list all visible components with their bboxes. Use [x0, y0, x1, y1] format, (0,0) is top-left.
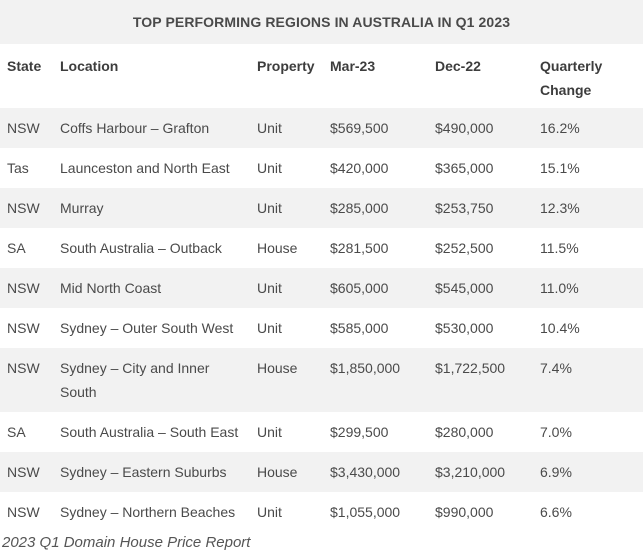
- cell-quarterly-change: 15.1%: [540, 160, 580, 176]
- cell-state: NSW: [7, 360, 40, 376]
- table-row: NSW Sydney – Northern Beaches Unit $1,055,0…: [0, 492, 643, 532]
- cell-dec22: $490,000: [435, 120, 494, 136]
- cell-location: Mid North Coast: [60, 280, 162, 296]
- cell-dec22: $545,000: [435, 280, 494, 296]
- table-body: NSW Coffs Harbour – Grafton Unit $569,500 $4…: [0, 108, 643, 532]
- header-property: Property: [257, 58, 315, 74]
- cell-property: Unit: [257, 120, 282, 136]
- cell-location: South Australia – South East: [60, 424, 239, 440]
- cell-location: South Australia – Outback: [60, 240, 222, 256]
- image-caption: 2023 Q1 Domain House Price Report: [2, 534, 251, 551]
- cell-dec22: $3,210,000: [435, 464, 506, 480]
- header-mar23: Mar-23: [330, 58, 376, 74]
- cell-property: House: [257, 360, 298, 376]
- cell-location: Sydney – Northern Beaches: [60, 504, 236, 520]
- cell-mar23: $585,000: [330, 320, 389, 336]
- cell-property: Unit: [257, 200, 282, 216]
- cell-quarterly-change: 16.2%: [540, 120, 580, 136]
- cell-quarterly-change: 6.6%: [540, 504, 572, 520]
- header-dec22: Dec-22: [435, 58, 481, 74]
- cell-state: NSW: [7, 320, 40, 336]
- cell-mar23: $285,000: [330, 200, 389, 216]
- cell-dec22: $1,722,500: [435, 360, 506, 376]
- cell-location: Launceston and North East: [60, 160, 230, 176]
- cell-dec22: $530,000: [435, 320, 494, 336]
- table-row: NSW Murray Unit $285,000 $253,750 12.3%: [0, 188, 643, 228]
- table-row: NSW Coffs Harbour – Grafton Unit $569,500 $4…: [0, 108, 643, 148]
- table-row: NSW Sydney – Outer South West Unit $585,000…: [0, 308, 643, 348]
- cell-property: Unit: [257, 280, 282, 296]
- cell-location: Sydney – City and Inner South: [60, 360, 210, 400]
- cell-location: Sydney – Eastern Suburbs: [60, 464, 227, 480]
- table-title: TOP PERFORMING REGIONS IN AUSTRALIA IN Q…: [0, 0, 643, 44]
- cell-mar23: $1,055,000: [330, 504, 401, 520]
- cell-location: Sydney – Outer South West: [60, 320, 234, 336]
- cell-mar23: $605,000: [330, 280, 389, 296]
- table-row: SA South Australia – South East Unit $299,5…: [0, 412, 643, 452]
- header-quarterly-change: Quarterly Change: [540, 58, 603, 98]
- cell-property: Unit: [257, 504, 282, 520]
- cell-property: House: [257, 240, 298, 256]
- cell-dec22: $252,500: [435, 240, 494, 256]
- cell-location: Coffs Harbour – Grafton: [60, 120, 210, 136]
- cell-quarterly-change: 11.5%: [540, 240, 579, 256]
- cell-state: SA: [7, 424, 26, 440]
- cell-state: Tas: [7, 160, 29, 176]
- cell-quarterly-change: 7.0%: [540, 424, 572, 440]
- cell-state: NSW: [7, 280, 40, 296]
- cell-dec22: $365,000: [435, 160, 494, 176]
- cell-property: Unit: [257, 424, 282, 440]
- header-state: State: [7, 58, 42, 74]
- cell-mar23: $1,850,000: [330, 360, 401, 376]
- cell-state: NSW: [7, 504, 40, 520]
- table-row: Tas Launceston and North East Unit $420,000…: [0, 148, 643, 188]
- cell-dec22: $280,000: [435, 424, 494, 440]
- table-row: NSW Sydney – City and Inner South House $1,…: [0, 348, 643, 412]
- cell-state: NSW: [7, 200, 40, 216]
- cell-dec22: $990,000: [435, 504, 494, 520]
- cell-mar23: $299,500: [330, 424, 389, 440]
- cell-quarterly-change: 6.9%: [540, 464, 572, 480]
- table-header-row: State Location Property Mar-23 Dec-22 Qu…: [0, 44, 643, 108]
- cell-quarterly-change: 10.4%: [540, 320, 580, 336]
- table-row: NSW Mid North Coast Unit $605,000 $545,000 11…: [0, 268, 643, 308]
- cell-quarterly-change: 7.4%: [540, 360, 572, 376]
- cell-dec22: $253,750: [435, 200, 494, 216]
- cell-state: NSW: [7, 464, 40, 480]
- cell-state: NSW: [7, 120, 40, 136]
- cell-property: House: [257, 464, 298, 480]
- cell-property: Unit: [257, 160, 282, 176]
- cell-location: Murray: [60, 200, 104, 216]
- cell-quarterly-change: 12.3%: [540, 200, 580, 216]
- regions-table-container: TOP PERFORMING REGIONS IN AUSTRALIA IN Q…: [0, 0, 643, 532]
- cell-state: SA: [7, 240, 26, 256]
- cell-quarterly-change: 11.0%: [540, 280, 579, 296]
- cell-mar23: $420,000: [330, 160, 389, 176]
- header-location: Location: [60, 58, 119, 74]
- table-row: SA South Australia – Outback House $281,500…: [0, 228, 643, 268]
- table-row: NSW Sydney – Eastern Suburbs House $3,430,0…: [0, 452, 643, 492]
- cell-mar23: $281,500: [330, 240, 389, 256]
- cell-mar23: $3,430,000: [330, 464, 401, 480]
- cell-mar23: $569,500: [330, 120, 389, 136]
- regions-table: State Location Property Mar-23 Dec-22 Qu…: [0, 44, 643, 532]
- cell-property: Unit: [257, 320, 282, 336]
